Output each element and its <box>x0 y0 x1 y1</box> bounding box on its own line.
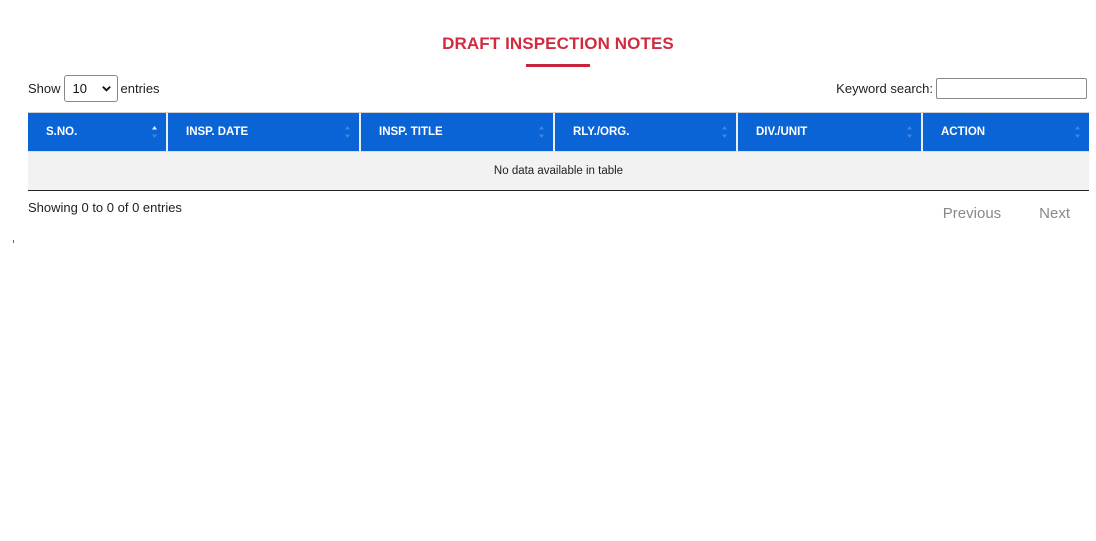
column-header-rly-org[interactable]: RLY./ORG. <box>554 113 738 151</box>
column-header-action[interactable]: ACTION <box>922 113 1089 151</box>
sort-icon <box>907 126 912 138</box>
column-header-label: INSP. TITLE <box>379 125 443 138</box>
search-label: Keyword search: <box>836 81 933 96</box>
pagination: Previous Next <box>905 205 1070 222</box>
entries-label: entries <box>120 81 160 96</box>
entries-select-value: 10 <box>72 81 87 96</box>
column-header-label: S.NO. <box>46 125 78 138</box>
search-input[interactable] <box>936 78 1087 99</box>
entries-select[interactable]: 10 <box>63 75 118 102</box>
column-header-sno[interactable]: S.NO. <box>28 113 168 151</box>
empty-message: No data available in table <box>28 150 1089 190</box>
column-header-label: DIV./UNIT <box>756 125 808 138</box>
page: DRAFT INSPECTION NOTES Show 10 entries K… <box>0 0 1096 541</box>
table-info: Showing 0 to 0 of 0 entries <box>28 200 182 215</box>
length-control: Show 10 entries <box>28 75 160 102</box>
sort-icon <box>539 126 544 138</box>
chevron-down-icon <box>101 86 111 92</box>
search-control: Keyword search: <box>836 78 1087 99</box>
sort-icon <box>1075 126 1080 138</box>
column-header-insp-date[interactable]: INSP. DATE <box>167 113 361 151</box>
next-button[interactable]: Next <box>1039 205 1070 222</box>
column-header-label: RLY./ORG. <box>573 125 630 138</box>
sort-asc-icon <box>152 126 157 138</box>
header-row: S.NO. INSP. DATE INSP. TITLE RLY./ORG. D… <box>28 113 1089 151</box>
show-label: Show <box>28 81 61 96</box>
table-wrap: S.NO. INSP. DATE INSP. TITLE RLY./ORG. D… <box>28 112 1089 191</box>
title-underline <box>526 64 590 67</box>
column-header-label: INSP. DATE <box>186 125 249 138</box>
column-header-div-unit[interactable]: DIV./UNIT <box>737 113 923 151</box>
sort-icon <box>722 126 727 138</box>
column-header-insp-title[interactable]: INSP. TITLE <box>360 113 555 151</box>
page-title: DRAFT INSPECTION NOTES <box>442 34 674 53</box>
table-row-empty: No data available in table <box>28 150 1089 190</box>
stray-mark <box>13 240 14 243</box>
column-header-label: ACTION <box>941 125 986 138</box>
inspection-notes-table: S.NO. INSP. DATE INSP. TITLE RLY./ORG. D… <box>28 113 1089 190</box>
previous-button[interactable]: Previous <box>943 205 1001 222</box>
sort-icon <box>345 126 350 138</box>
